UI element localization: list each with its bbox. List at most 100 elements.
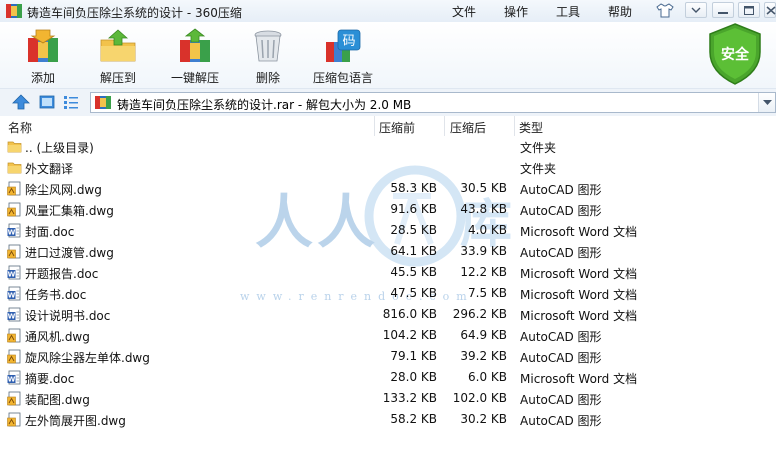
column-name[interactable]: 名称 <box>8 119 32 136</box>
file-size-before: 28.0 KB <box>390 370 437 384</box>
file-row[interactable]: W 任务书.doc 47.5 KB 7.5 KB Microsoft Word 文档 <box>0 283 776 304</box>
one-click-extract-icon <box>180 28 210 62</box>
file-row[interactable]: W 设计说明书.doc 816.0 KB 296.2 KB Microsoft Word… <box>0 304 776 325</box>
file-row[interactable]: 装配图.dwg 133.2 KB 102.0 KB AutoCAD 图形 <box>0 388 776 409</box>
svg-text:W: W <box>8 313 16 321</box>
file-type: AutoCAD 图形 <box>520 414 602 428</box>
minimize-button[interactable] <box>712 2 734 18</box>
column-divider[interactable] <box>514 116 515 136</box>
close-button[interactable] <box>764 2 776 18</box>
doc-file-icon: W <box>7 265 21 280</box>
file-size-after: 296.2 KB <box>452 307 507 321</box>
add-button[interactable]: 添加 <box>20 28 66 86</box>
dwg-file-icon <box>7 391 21 406</box>
file-type: Microsoft Word 文档 <box>520 225 638 239</box>
menu-file[interactable]: 文件 <box>452 3 476 20</box>
file-name: .. (上级目录) <box>25 141 94 155</box>
dwg-file-icon <box>7 202 21 217</box>
window-title: 铸造车间负压除尘系统的设计 - 360压缩 <box>27 6 242 20</box>
list-view-icon[interactable] <box>62 94 80 110</box>
dwg-file-icon <box>7 328 21 343</box>
file-name: 任务书.doc <box>25 288 87 302</box>
address-bar: 铸造车间负压除尘系统的设计.rar - 解包大小为 2.0 MB <box>0 88 776 116</box>
security-shield[interactable]: 安全 <box>706 22 764 86</box>
file-type: 文件夹 <box>520 141 557 155</box>
file-size-before: 91.6 KB <box>390 202 437 216</box>
add-label: 添加 <box>30 71 55 85</box>
address-dropdown-button[interactable] <box>758 93 775 112</box>
large-icon-view-icon[interactable] <box>38 94 56 110</box>
file-size-before: 816.0 KB <box>382 307 437 321</box>
maximize-button[interactable] <box>738 2 760 18</box>
file-name: 旋风除尘器左单体.dwg <box>25 351 150 365</box>
extract-to-label: 解压到 <box>99 71 136 85</box>
file-size-after: 12.2 KB <box>460 265 507 279</box>
file-size-before: 133.2 KB <box>382 391 437 405</box>
menu-dropdown-button[interactable] <box>685 2 707 18</box>
extract-to-button[interactable]: 解压到 <box>94 28 142 86</box>
svg-text:W: W <box>8 376 16 384</box>
file-size-before: 28.5 KB <box>390 223 437 237</box>
security-label: 安全 <box>721 47 749 63</box>
file-type: AutoCAD 图形 <box>520 183 602 197</box>
file-row[interactable]: 进口过渡管.dwg 64.1 KB 33.9 KB AutoCAD 图形 <box>0 241 776 262</box>
compress-language-label: 压缩包语言 <box>312 71 373 85</box>
column-type[interactable]: 类型 <box>519 119 543 136</box>
file-row[interactable]: 除尘风网.dwg 58.3 KB 30.5 KB AutoCAD 图形 <box>0 178 776 199</box>
up-arrow-icon[interactable] <box>12 94 30 110</box>
compress-language-button[interactable]: 码 压缩包语言 <box>312 28 374 86</box>
file-row[interactable]: .. (上级目录) 文件夹 <box>0 136 776 157</box>
skin-shirt-icon[interactable] <box>656 3 674 18</box>
file-row[interactable]: 风量汇集箱.dwg 91.6 KB 43.8 KB AutoCAD 图形 <box>0 199 776 220</box>
file-row[interactable]: 左外筒展开图.dwg 58.2 KB 30.2 KB AutoCAD 图形 <box>0 409 776 430</box>
svg-text:W: W <box>8 229 16 237</box>
svg-text:码: 码 <box>342 34 355 49</box>
minimize-icon <box>718 12 728 14</box>
toolbar: 添加 解压到 一键解压 删除 码 压缩包语言 <box>0 22 776 88</box>
one-click-extract-button[interactable]: 一键解压 <box>167 28 223 86</box>
address-field[interactable]: 铸造车间负压除尘系统的设计.rar - 解包大小为 2.0 MB <box>90 92 776 113</box>
file-size-before: 79.1 KB <box>390 349 437 363</box>
file-row[interactable]: W 开题报告.doc 45.5 KB 12.2 KB Microsoft Word 文档 <box>0 262 776 283</box>
file-row[interactable]: W 摘要.doc 28.0 KB 6.0 KB Microsoft Word 文档 <box>0 367 776 388</box>
file-size-after: 64.9 KB <box>460 328 507 342</box>
delete-label: 删除 <box>255 71 280 85</box>
file-size-after: 33.9 KB <box>460 244 507 258</box>
folder-icon <box>7 162 22 174</box>
file-type: AutoCAD 图形 <box>520 330 602 344</box>
file-name: 封面.doc <box>25 225 75 239</box>
title-bar: 铸造车间负压除尘系统的设计 - 360压缩 文件 操作 工具 帮助 <box>0 0 776 22</box>
column-divider[interactable] <box>374 116 375 136</box>
file-size-before: 58.2 KB <box>390 412 437 426</box>
file-size-after: 43.8 KB <box>460 202 507 216</box>
maximize-icon <box>744 6 754 15</box>
file-row[interactable]: W 封面.doc 28.5 KB 4.0 KB Microsoft Word 文档 <box>0 220 776 241</box>
file-name: 外文翻译 <box>25 162 74 176</box>
delete-button[interactable]: 删除 <box>248 28 288 86</box>
file-size-before: 58.3 KB <box>390 181 437 195</box>
file-type: AutoCAD 图形 <box>520 204 602 218</box>
file-size-after: 39.2 KB <box>460 349 507 363</box>
file-row[interactable]: 外文翻译 文件夹 <box>0 157 776 178</box>
doc-file-icon: W <box>7 286 21 301</box>
file-list: .. (上级目录) 文件夹 外文翻译 文件夹 除尘风网.dwg 58.3 KB 30.5 K… <box>0 136 776 472</box>
menu-tools[interactable]: 工具 <box>556 3 580 20</box>
file-row[interactable]: 通风机.dwg 104.2 KB 64.9 KB AutoCAD 图形 <box>0 325 776 346</box>
address-path: 铸造车间负压除尘系统的设计.rar - 解包大小为 2.0 MB <box>117 98 412 112</box>
extract-folder-icon <box>100 29 136 62</box>
file-name: 风量汇集箱.dwg <box>25 204 114 218</box>
menu-help[interactable]: 帮助 <box>608 3 632 20</box>
dwg-file-icon <box>7 244 21 259</box>
file-type: Microsoft Word 文档 <box>520 309 638 323</box>
column-after[interactable]: 压缩后 <box>450 119 486 136</box>
folder-icon <box>7 141 22 153</box>
menu-operation[interactable]: 操作 <box>504 3 528 20</box>
column-divider[interactable] <box>444 116 445 136</box>
file-size-after: 102.0 KB <box>452 391 507 405</box>
file-name: 开题报告.doc <box>25 267 99 281</box>
file-row[interactable]: 旋风除尘器左单体.dwg 79.1 KB 39.2 KB AutoCAD 图形 <box>0 346 776 367</box>
column-before[interactable]: 压缩前 <box>379 119 415 136</box>
file-name: 进口过渡管.dwg <box>25 246 114 260</box>
file-name: 摘要.doc <box>25 372 75 386</box>
doc-file-icon: W <box>7 307 21 322</box>
